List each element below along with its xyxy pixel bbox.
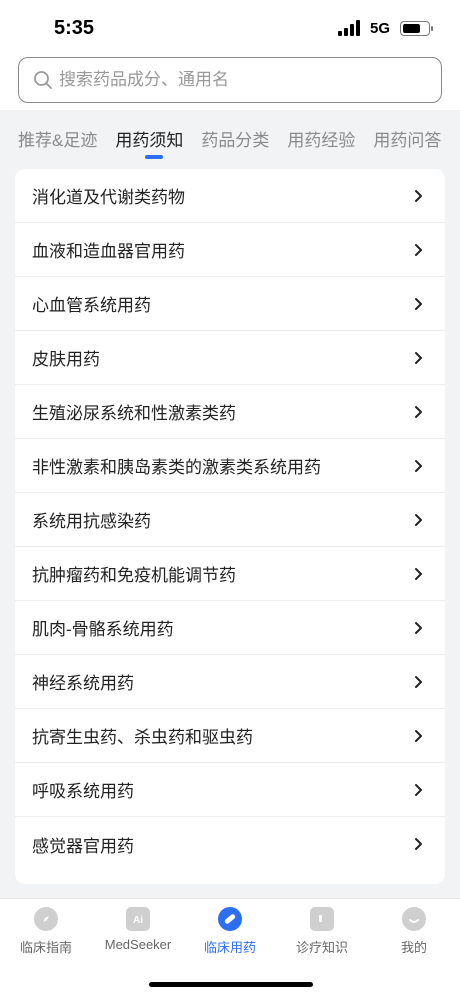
nav-clinical-drugs[interactable]: 临床用药 [184,907,276,956]
category-tabs: 推荐&足迹 用药须知 药品分类 用药经验 用药问答 [0,112,460,164]
nav-label: MedSeeker [104,937,172,952]
chevron-right-icon [415,729,422,742]
chevron-right-icon [415,351,422,364]
chevron-right-icon [415,189,422,202]
nav-medseeker[interactable]: Ai MedSeeker [92,907,184,956]
chevron-right-icon [415,783,422,796]
status-indicators: 5G [337,19,433,37]
tab-drug-category[interactable]: 药品分类 [201,126,269,151]
list-item[interactable]: 生殖泌尿系统和性激素类药 [15,385,445,439]
list-item[interactable]: 系统用抗感染药 [15,493,445,547]
category-list: 消化道及代谢类药物 血液和造血器官用药 心血管系统用药 皮肤用药 生殖泌尿系统和… [15,169,445,884]
list-item-label: 感觉器官用药 [32,836,134,856]
search-input[interactable] [59,70,419,90]
svg-text:Ai: Ai [133,915,143,926]
list-item[interactable]: 神经系统用药 [15,655,445,709]
list-item-label: 消化道及代谢类药物 [32,188,185,207]
chevron-right-icon [415,567,422,580]
list-item[interactable]: 感觉器官用药 [15,817,445,871]
list-item-label: 心血管系统用药 [32,296,151,315]
battery-icon [400,20,433,36]
nav-label: 我的 [400,940,427,955]
pill-icon [218,907,242,931]
list-item[interactable]: 肌肉-骨骼系统用药 [15,601,445,655]
list-item-label: 血液和造血器官用药 [32,242,185,261]
chevron-right-icon [415,405,422,418]
chevron-right-icon [415,513,422,526]
list-item-label: 神经系统用药 [32,674,134,693]
nav-label: 临床指南 [19,940,72,955]
list-item[interactable]: 抗寄生虫药、杀虫药和驱虫药 [15,709,445,763]
chevron-right-icon [415,459,422,472]
list-item-label: 生殖泌尿系统和性激素类药 [32,404,236,423]
tab-usage-notes[interactable]: 用药须知 [115,126,183,151]
list-item[interactable]: 非性激素和胰岛素类的激素类系统用药 [15,439,445,493]
chevron-right-icon [415,297,422,310]
ai-icon: Ai [126,907,150,931]
search-bar[interactable] [18,57,442,103]
profile-icon [402,907,426,931]
search-icon [34,71,52,89]
active-tab-indicator [145,155,163,159]
home-indicator [149,982,313,987]
chevron-right-icon [415,675,422,688]
nav-label: 临床用药 [203,940,256,955]
tab-usage-experience[interactable]: 用药经验 [287,126,355,151]
compass-icon [34,907,58,931]
list-item[interactable]: 心血管系统用药 [15,277,445,331]
list-item[interactable]: 血液和造血器官用药 [15,223,445,277]
list-item-label: 系统用抗感染药 [32,512,151,531]
chevron-right-icon [415,621,422,634]
list-item-label: 肌肉-骨骼系统用药 [32,620,174,639]
list-item-label: 抗肿瘤药和免疫机能调节药 [32,566,236,585]
list-item-label: 抗寄生虫药、杀虫药和驱虫药 [32,728,253,747]
list-item-label: 呼吸系统用药 [32,782,134,801]
list-item[interactable]: 皮肤用药 [15,331,445,385]
list-item-label: 皮肤用药 [32,350,100,369]
signal-icon [337,20,360,36]
chevron-right-icon [415,243,422,256]
nav-diagnosis-knowledge[interactable]: 诊疗知识 [276,907,368,956]
list-item-label: 非性激素和胰岛素类的激素类系统用药 [32,458,321,477]
book-icon [310,907,334,931]
status-bar: 5:35 5G [0,0,460,56]
nav-profile[interactable]: 我的 [368,907,460,956]
status-time: 5:35 [54,16,95,39]
list-item[interactable]: 呼吸系统用药 [15,763,445,817]
chevron-right-icon [415,838,422,850]
list-item[interactable]: 抗肿瘤药和免疫机能调节药 [15,547,445,601]
nav-label: 诊疗知识 [295,940,348,955]
list-item[interactable]: 消化道及代谢类药物 [15,169,445,223]
tab-recommend[interactable]: 推荐&足迹 [18,126,97,151]
nav-clinical-guide[interactable]: 临床指南 [0,907,92,956]
tab-usage-qa[interactable]: 用药问答 [373,126,441,151]
network-type: 5G [369,19,390,37]
